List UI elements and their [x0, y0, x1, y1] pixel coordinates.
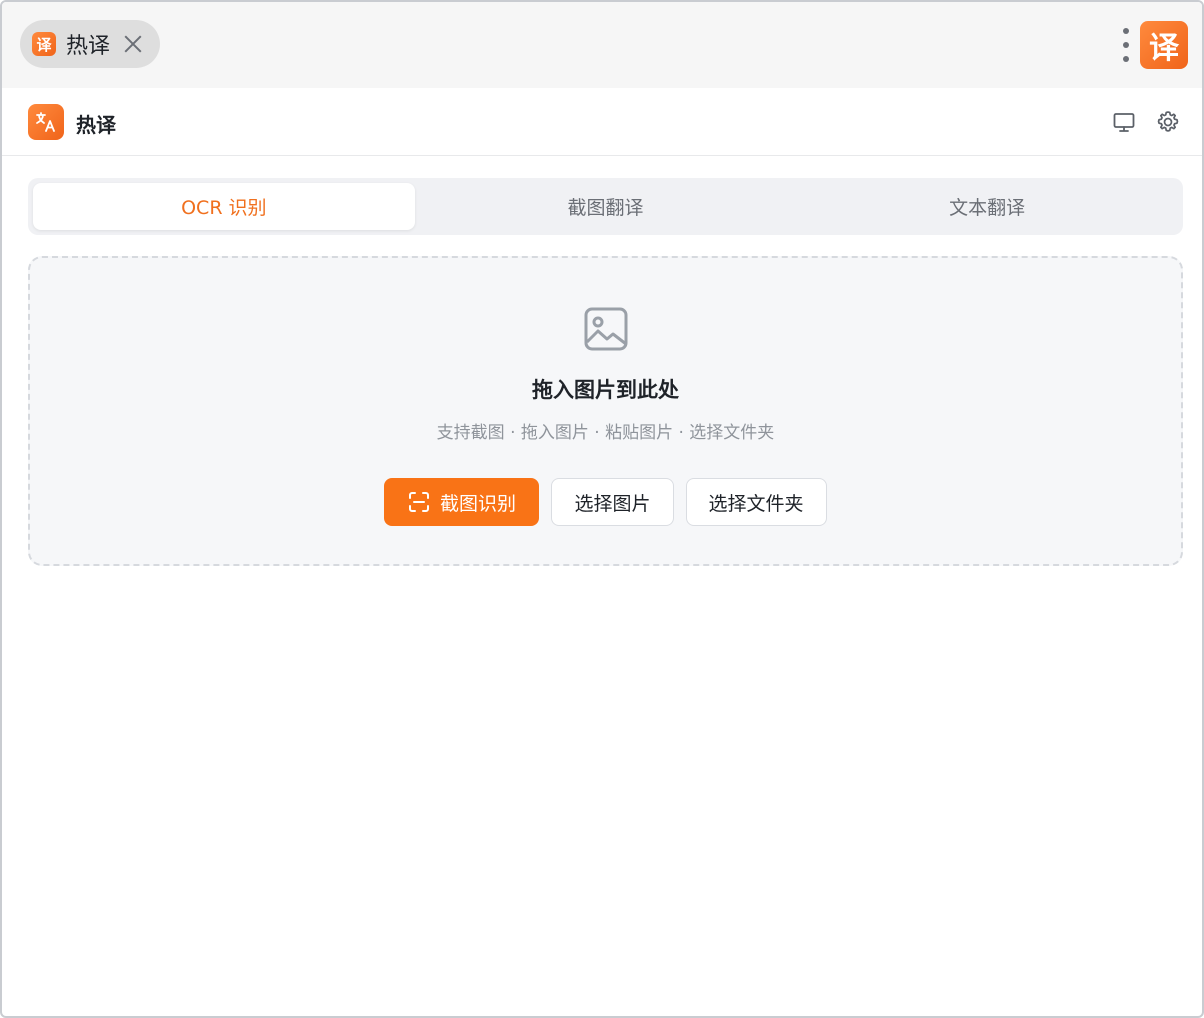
app-window: 译 热译 译 热译 OCR 识别 截图翻译 文本翻译 拖入图片到此处 支持截图 … [0, 0, 1204, 1018]
extension-icon[interactable]: 译 [1140, 21, 1188, 69]
translate-icon [28, 104, 64, 140]
kebab-dot [1123, 28, 1129, 34]
kebab-dot [1123, 56, 1129, 62]
app-tab-icon: 译 [32, 32, 56, 56]
more-vertical-icon[interactable] [1118, 28, 1134, 62]
monitor-icon [1113, 113, 1135, 132]
app-header: 热译 [2, 88, 1202, 156]
capture-ocr-button[interactable]: 截图识别 [384, 478, 540, 526]
tab-screenshot-translate[interactable]: 截图翻译 [415, 183, 797, 230]
browser-tab-label: 热译 [66, 34, 111, 59]
monitor-button[interactable] [1110, 108, 1138, 136]
mode-tabs: OCR 识别 截图翻译 文本翻译 [28, 178, 1183, 235]
app-title: 热译 [76, 113, 116, 137]
image-drop-zone[interactable]: 拖入图片到此处 支持截图 · 拖入图片 · 粘贴图片 · 选择文件夹 截图识别 … [28, 256, 1183, 566]
gear-icon [1157, 111, 1179, 132]
browser-tab[interactable]: 译 热译 [20, 20, 160, 68]
scan-icon [408, 492, 429, 512]
translate-icon-glyph [36, 112, 55, 132]
kebab-dot [1123, 42, 1129, 48]
drop-zone-actions: 截图识别 选择图片 选择文件夹 [30, 478, 1181, 526]
capture-ocr-label: 截图识别 [439, 492, 516, 515]
settings-button[interactable] [1154, 108, 1182, 136]
drop-zone-subtitle: 支持截图 · 拖入图片 · 粘贴图片 · 选择文件夹 [436, 423, 775, 443]
tab-ocr[interactable]: OCR 识别 [33, 183, 415, 230]
close-icon[interactable] [122, 33, 144, 55]
choose-folder-button[interactable]: 选择文件夹 [685, 478, 827, 526]
drop-zone-title: 拖入图片到此处 [532, 378, 679, 402]
choose-image-button[interactable]: 选择图片 [551, 478, 674, 526]
image-icon [584, 307, 628, 351]
title-bar: 译 热译 译 [2, 2, 1202, 88]
tab-text-translate[interactable]: 文本翻译 [796, 183, 1178, 230]
